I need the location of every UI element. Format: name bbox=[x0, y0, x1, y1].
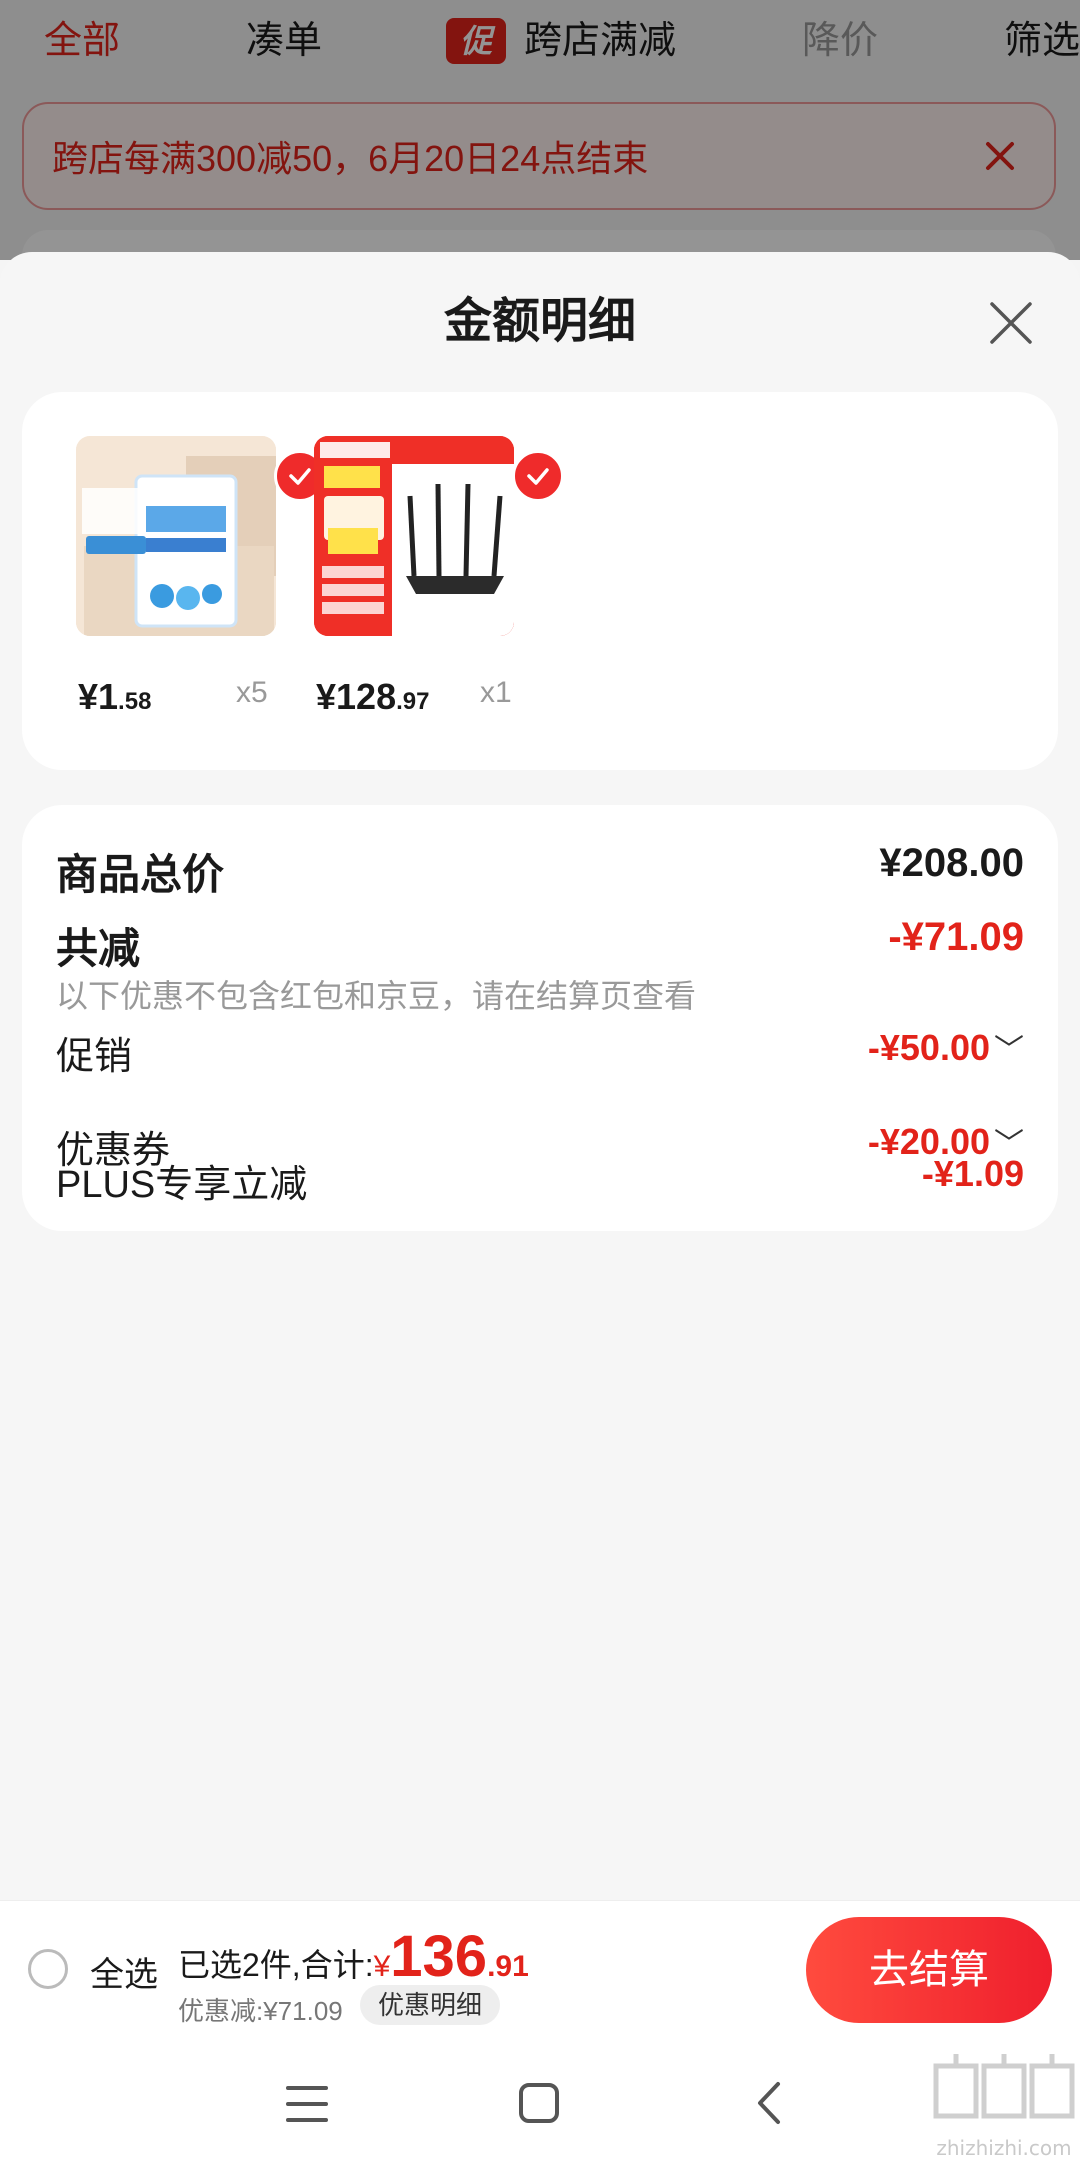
back-icon[interactable] bbox=[754, 2080, 784, 2126]
total-price-value: ¥208.00 bbox=[879, 841, 1024, 885]
home-icon[interactable] bbox=[518, 2082, 560, 2124]
discount-amount: 优惠减:¥71.09 bbox=[178, 1996, 343, 2026]
sheet-title: 金额明细 bbox=[443, 295, 636, 348]
total-price-row: 商品总价 ¥208.00 bbox=[56, 841, 1024, 902]
discount-detail-button[interactable]: 优惠明细 bbox=[360, 1985, 501, 2025]
price-decimal: .97 bbox=[396, 688, 430, 715]
menu-icon[interactable] bbox=[286, 2084, 328, 2124]
sponge-product-image bbox=[76, 436, 276, 636]
select-all-label[interactable]: 全选 bbox=[90, 1947, 158, 1996]
selected-count-text: 已选2件,合计: bbox=[178, 1947, 374, 1983]
plus-label: PLUS专享立减 bbox=[56, 1164, 308, 1206]
product-quantity: x5 bbox=[236, 676, 268, 709]
system-nav-bar bbox=[0, 2038, 1080, 2167]
close-icon[interactable] bbox=[986, 298, 1036, 348]
total-decimal: .91 bbox=[487, 1950, 529, 1983]
select-all-radio[interactable] bbox=[28, 1949, 68, 1989]
price-decimal: .58 bbox=[118, 688, 152, 715]
total-reduce-row: 共减 -¥71.09 bbox=[56, 915, 1024, 976]
promo-amount: -¥50.00 bbox=[867, 1027, 990, 1068]
product-price: ¥128.97 bbox=[316, 676, 429, 718]
total-reduce-label: 共减 bbox=[56, 925, 141, 972]
dim-overlay[interactable] bbox=[0, 0, 1080, 260]
product-quantity: x1 bbox=[480, 676, 512, 709]
promo-label: 促销 bbox=[56, 1036, 133, 1078]
discount-note-text: 以下优惠不包含红包和京豆，请在结算页查看 bbox=[56, 978, 697, 1014]
selected-summary: 已选2件,合计:¥136.91 bbox=[178, 1923, 529, 1990]
plus-value: -¥1.09 bbox=[921, 1153, 1024, 1194]
site-watermark: zhizhizhi.com bbox=[930, 2050, 1078, 2162]
product-image[interactable] bbox=[76, 436, 276, 636]
promo-row[interactable]: 促销 -¥50.00 ﹀ bbox=[56, 1025, 1024, 1080]
product-image[interactable] bbox=[314, 436, 514, 636]
total-price-label: 商品总价 bbox=[56, 851, 225, 898]
chevron-down-icon[interactable]: ﹀ bbox=[994, 1034, 1024, 1067]
amount-detail-sheet: 金额明细 ¥1.58 x5 ¥128.97 x1 商品总价 ¥208.00 共减… bbox=[0, 252, 1080, 1902]
products-card: ¥1.58 x5 ¥128.97 x1 bbox=[22, 392, 1058, 770]
total-integer: 136 bbox=[390, 1924, 488, 1989]
price-integer: ¥128 bbox=[316, 676, 397, 717]
checkout-button[interactable]: 去结算 bbox=[806, 1917, 1052, 2023]
promo-value[interactable]: -¥50.00 ﹀ bbox=[868, 1025, 1024, 1069]
plus-row: PLUS专享立减 -¥1.09 bbox=[56, 1153, 1024, 1208]
router-product-image bbox=[314, 436, 514, 636]
product-price: ¥1.58 bbox=[78, 676, 151, 718]
watermark-text: zhizhizhi.com bbox=[936, 2136, 1072, 2160]
check-icon bbox=[512, 450, 564, 502]
checkout-bar: 全选 已选2件,合计:¥136.91 优惠减:¥71.09 优惠明细 去结算 bbox=[0, 1900, 1080, 2039]
watermark-logo-icon bbox=[933, 2054, 1075, 2119]
currency-symbol: ¥ bbox=[373, 1950, 391, 1983]
product-item[interactable]: ¥1.58 x5 bbox=[76, 436, 326, 736]
product-item[interactable]: ¥128.97 x1 bbox=[314, 436, 564, 736]
total-reduce-value: -¥71.09 bbox=[888, 915, 1024, 959]
discount-note: 以下优惠不包含红包和京豆，请在结算页查看 bbox=[56, 971, 1024, 1017]
price-integer: ¥1 bbox=[78, 676, 119, 717]
price-summary-card: 商品总价 ¥208.00 共减 -¥71.09 以下优惠不包含红包和京豆，请在结… bbox=[22, 805, 1058, 1231]
